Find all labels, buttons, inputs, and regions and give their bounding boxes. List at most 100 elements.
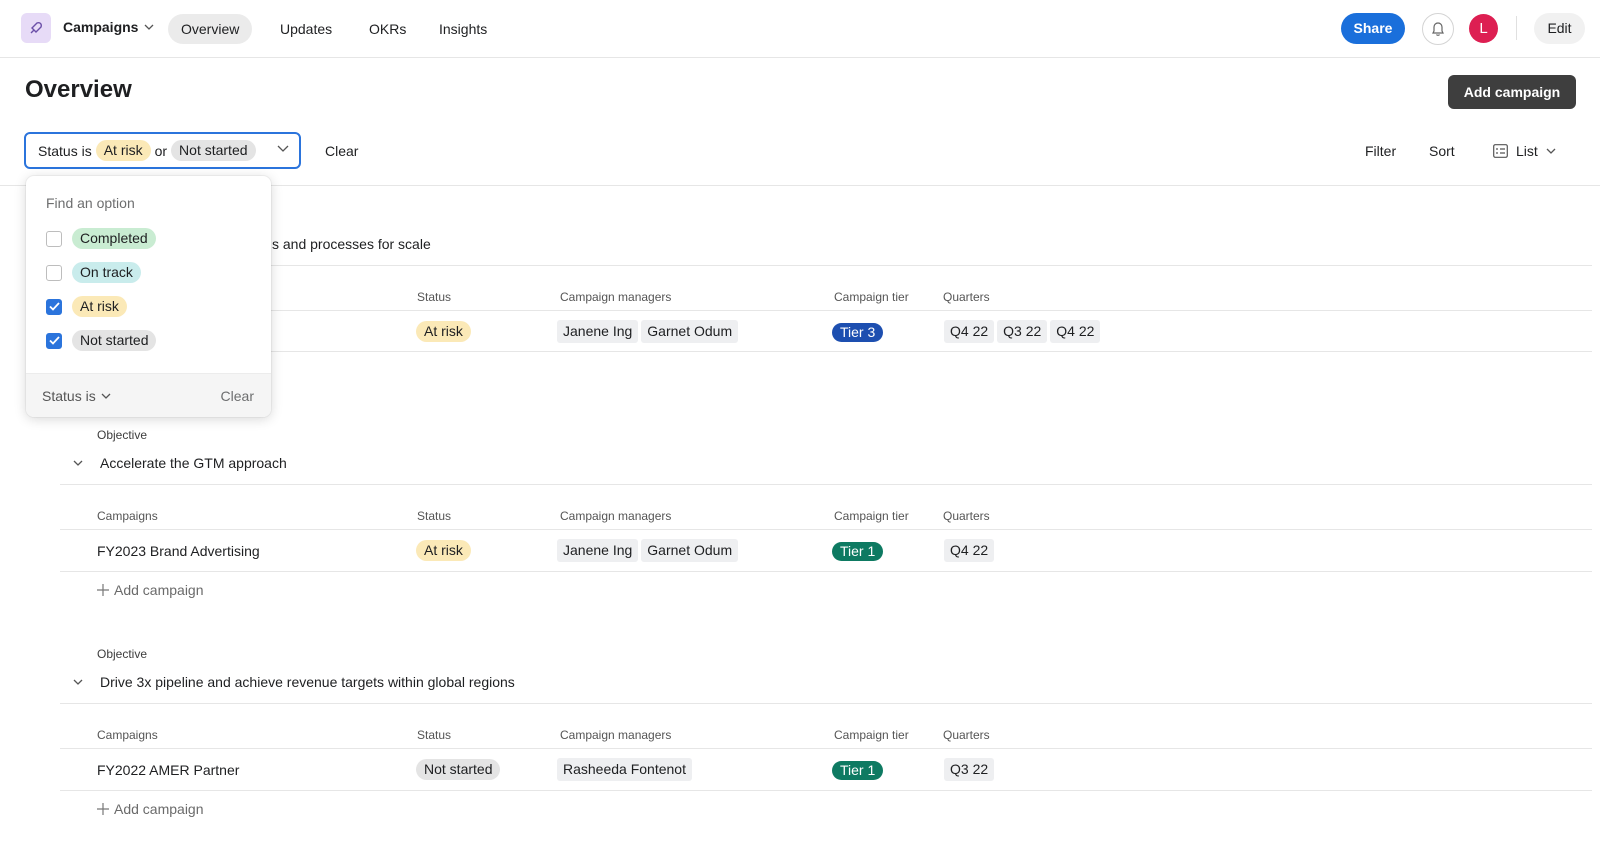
checkbox[interactable] [46, 264, 62, 281]
campaign-name[interactable]: FY2022 AMER Partner [97, 762, 239, 778]
filter-value-not-started: Not started [171, 140, 256, 161]
status-filter-dropdown: Find an option Completed On track At ris… [26, 176, 271, 417]
manager-tag: Garnet Odum [641, 539, 739, 562]
filter-value-at-risk: At risk [95, 140, 151, 161]
divider [60, 790, 1592, 791]
option-label: Completed [72, 228, 156, 249]
checkbox[interactable] [46, 230, 62, 247]
filter-button[interactable]: Filter [1365, 143, 1396, 159]
bell-icon[interactable] [1422, 13, 1454, 45]
add-campaign-button[interactable]: Add campaign [1448, 75, 1576, 109]
quarters-cell[interactable]: Q4 22 Q3 22 Q4 22 [944, 320, 1103, 343]
option-search-input[interactable]: Find an option [46, 195, 135, 211]
quarter-tag: Q4 22 [944, 320, 995, 343]
managers-cell[interactable]: Rasheeda Fontenot [557, 758, 695, 781]
divider [60, 310, 1592, 311]
column-header-campaigns: Campaigns [97, 728, 158, 742]
column-header-managers: Campaign managers [560, 509, 672, 523]
chevron-down-icon [1546, 148, 1556, 154]
manager-tag: Rasheeda Fontenot [557, 758, 692, 781]
quarters-cell[interactable]: Q3 22 [944, 758, 997, 781]
add-campaign-label: Add campaign [114, 582, 204, 598]
column-header-status: Status [417, 509, 452, 523]
operator-selector[interactable]: Status is [42, 388, 111, 404]
manager-tag: Janene Ing [557, 539, 639, 562]
divider [60, 703, 1592, 704]
option-label: On track [72, 262, 141, 283]
top-bar: Campaigns Overview Updates OKRs Insights… [0, 0, 1600, 58]
campaign-name[interactable]: FY2023 Brand Advertising [97, 543, 260, 559]
check-icon [48, 336, 60, 345]
quarter-tag: Q3 22 [997, 320, 1048, 343]
column-header-quarters: Quarters [943, 290, 990, 304]
share-button[interactable]: Share [1341, 13, 1405, 44]
objective-title[interactable]: s and processes for scale [272, 236, 431, 252]
quarter-tag: Q4 22 [1050, 320, 1101, 343]
divider [60, 748, 1592, 749]
column-header-tier: Campaign tier [834, 728, 909, 742]
checkbox[interactable] [46, 332, 62, 349]
tab-updates[interactable]: Updates [267, 14, 345, 44]
column-header-tier: Campaign tier [834, 290, 909, 304]
tier-cell[interactable]: Tier 1 [832, 542, 884, 561]
tier-badge: Tier 1 [832, 761, 884, 780]
dropdown-clear-button[interactable]: Clear [221, 388, 254, 404]
column-header-campaigns: Campaigns [97, 509, 158, 523]
status-cell[interactable]: At risk [416, 321, 471, 342]
option-at-risk[interactable]: At risk [46, 296, 127, 317]
column-header-managers: Campaign managers [560, 290, 672, 304]
tab-insights[interactable]: Insights [426, 14, 500, 44]
option-not-started[interactable]: Not started [46, 330, 157, 351]
quarters-cell[interactable]: Q4 22 [944, 539, 997, 562]
objective-title[interactable]: Drive 3x pipeline and achieve revenue ta… [100, 674, 515, 690]
sort-button[interactable]: Sort [1429, 143, 1455, 159]
clear-filter-button[interactable]: Clear [325, 143, 358, 159]
app-name: Campaigns [63, 19, 139, 35]
managers-cell[interactable]: Janene Ing Garnet Odum [557, 320, 741, 343]
manager-tag: Janene Ing [557, 320, 639, 343]
option-label: At risk [72, 296, 127, 317]
edit-button[interactable]: Edit [1534, 13, 1585, 44]
add-campaign-label: Add campaign [114, 801, 204, 817]
tier-cell[interactable]: Tier 3 [832, 323, 884, 342]
chevron-down-icon[interactable] [73, 460, 83, 466]
managers-cell[interactable]: Janene Ing Garnet Odum [557, 539, 741, 562]
option-on-track[interactable]: On track [46, 262, 141, 283]
filter-joiner: or [154, 142, 168, 159]
tab-overview[interactable]: Overview [168, 14, 253, 44]
checkbox[interactable] [46, 298, 62, 315]
add-campaign-link[interactable]: Add campaign [97, 582, 204, 598]
manager-tag: Garnet Odum [641, 320, 739, 343]
filter-label: Filter [1365, 143, 1397, 159]
status-filter-chip[interactable]: Status is At risk or Not started [24, 132, 301, 169]
objective-title[interactable]: Accelerate the GTM approach [100, 455, 287, 471]
app-name-menu[interactable]: Campaigns [63, 19, 154, 35]
list-icon [1493, 144, 1508, 158]
column-header-quarters: Quarters [943, 509, 990, 523]
chevron-down-icon [101, 393, 111, 399]
check-icon [48, 302, 60, 311]
column-header-status: Status [417, 290, 452, 304]
quarter-tag: Q4 22 [944, 539, 995, 562]
divider [60, 265, 1592, 266]
chevron-down-icon[interactable] [73, 679, 83, 685]
divider [60, 484, 1592, 485]
option-label: Not started [72, 330, 157, 351]
column-header-status: Status [417, 728, 452, 742]
tier-cell[interactable]: Tier 1 [832, 761, 884, 780]
avatar[interactable]: L [1469, 14, 1498, 43]
status-cell[interactable]: At risk [416, 540, 471, 561]
option-completed[interactable]: Completed [46, 228, 156, 249]
status-badge: At risk [416, 540, 471, 561]
filter-prefix: Status is [38, 142, 92, 159]
operator-label: Status is [42, 388, 96, 404]
objective-label: Objective [97, 647, 148, 661]
status-cell[interactable]: Not started [416, 759, 501, 780]
rocket-icon[interactable] [21, 13, 51, 43]
divider [60, 351, 1592, 352]
chevron-down-icon [277, 145, 289, 152]
view-selector[interactable]: List [1493, 143, 1556, 159]
tab-okrs[interactable]: OKRs [356, 14, 419, 44]
add-campaign-link[interactable]: Add campaign [97, 801, 204, 817]
tier-badge: Tier 3 [832, 323, 884, 342]
